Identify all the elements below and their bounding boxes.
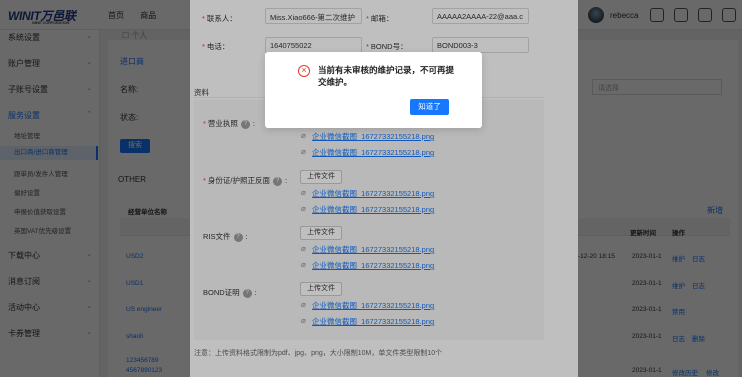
ok-button[interactable]: 知道了	[410, 99, 449, 115]
error-icon: ×	[298, 65, 310, 77]
alert-dialog: × 当前有未审核的维护记录，不可再提交维护。 知道了	[265, 52, 482, 128]
alert-message: 当前有未审核的维护记录，不可再提交维护。	[318, 65, 455, 87]
